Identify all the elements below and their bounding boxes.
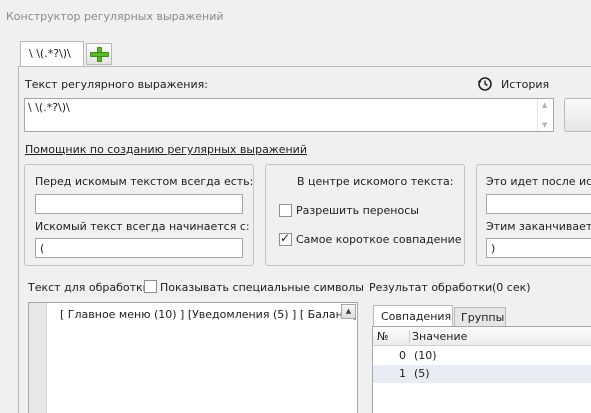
result-grid: № Значение 0 (10) 1 (5) — [372, 326, 591, 413]
table-row[interactable]: 0 (10) — [373, 347, 591, 365]
regex-value: \ \(.*?\)\ — [28, 101, 70, 114]
col-value[interactable]: Значение — [409, 330, 467, 343]
history-button[interactable]: История — [476, 75, 576, 93]
starts-with-input[interactable]: ( — [35, 238, 243, 258]
shortest-match-checkbox[interactable] — [279, 231, 292, 246]
history-label: История — [501, 78, 550, 91]
input-text: [ Главное меню (10) ] [Уведомления (5) ]… — [60, 308, 357, 321]
row-index: 0 — [399, 349, 406, 362]
grid-header: № Значение — [373, 327, 591, 346]
input-textarea[interactable]: [ Главное меню (10) ] [Уведомления (5) ]… — [28, 302, 358, 413]
before-always-input[interactable] — [35, 194, 243, 214]
regex-scrollbar[interactable]: ▲ ▼ — [537, 99, 553, 131]
after-input[interactable] — [486, 194, 591, 214]
ends-with-label: Этим заканчивается — [486, 220, 591, 233]
helper-link[interactable]: Помощник по созданию регулярных выражени… — [25, 143, 307, 156]
regex-input[interactable]: \ \(.*?\)\ ▲ ▼ — [24, 98, 554, 132]
allow-wrap-label: Разрешить переносы — [296, 204, 419, 217]
after-label: Это идет после иско — [486, 175, 591, 188]
scroll-up-icon[interactable]: ▲ — [542, 101, 547, 109]
scroll-down-icon[interactable]: ▼ — [542, 121, 547, 129]
allow-wrap-checkbox[interactable] — [279, 204, 292, 217]
center-label: В центре искомого текста: — [297, 175, 454, 188]
history-clock-icon — [477, 77, 492, 91]
scroll-up-icon[interactable]: ▲ — [341, 304, 356, 319]
tab-regex[interactable]: \ \(.*?\)\ — [20, 41, 84, 67]
result-label: Результат обработки — [369, 281, 493, 294]
col-number[interactable]: № — [377, 330, 388, 343]
row-value: (10) — [414, 349, 437, 362]
starts-with-label: Искомый текст всегда начинается с: — [35, 220, 250, 233]
input-text-label: Текст для обработки — [28, 281, 150, 294]
tab-groups[interactable]: Группы — [454, 307, 506, 327]
row-value: (5) — [414, 367, 430, 380]
regex-label: Текст регулярного выражения: — [25, 78, 208, 91]
row-index: 1 — [399, 367, 406, 380]
line-gutter — [29, 303, 47, 413]
side-button[interactable] — [564, 98, 591, 132]
table-row[interactable]: 1 (5) — [373, 365, 591, 383]
before-always-label: Перед искомым текстом всегда есть: — [35, 175, 254, 188]
show-special-label: Показывать специальные символы — [160, 281, 364, 294]
add-tab-button[interactable] — [86, 43, 112, 65]
result-time: (0 сек) — [492, 281, 531, 294]
window-title: Конструктор регулярных выражений — [6, 10, 224, 23]
tab-matches[interactable]: Совпадения — [373, 305, 453, 327]
shortest-match-label: Самое короткое совпадение — [296, 233, 462, 246]
ends-with-input[interactable]: ) — [486, 238, 591, 258]
show-special-checkbox[interactable] — [144, 280, 157, 293]
